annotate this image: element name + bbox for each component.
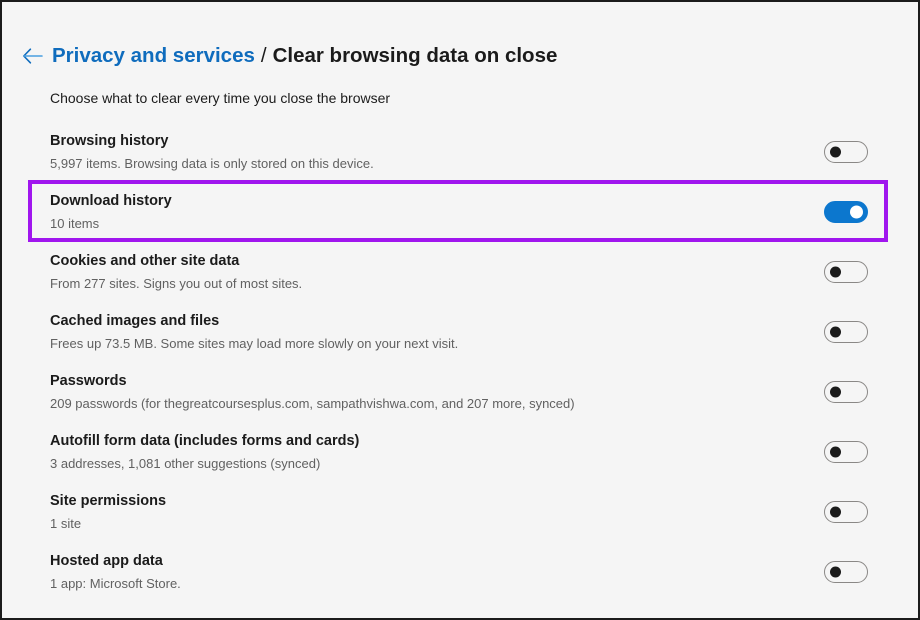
breadcrumb-separator: / [260, 44, 267, 67]
setting-text: Cached images and files Frees up 73.5 MB.… [50, 311, 458, 353]
setting-row-download-history: Download history 10 items [2, 182, 918, 242]
toggle-knob [850, 205, 863, 219]
toggle-knob [830, 566, 841, 578]
toggle-knob [830, 266, 841, 278]
setting-title: Cached images and files [50, 313, 220, 329]
back-button[interactable] [14, 38, 52, 74]
setting-title: Passwords [50, 373, 127, 389]
breadcrumb-parent-link[interactable]: Privacy and services [52, 43, 255, 69]
toggle-knob [830, 446, 841, 458]
toggle-autofill-form-data[interactable] [824, 441, 868, 463]
toggle-site-permissions[interactable] [824, 501, 868, 523]
toggle-cached-images-and-files[interactable] [824, 321, 868, 343]
setting-description: 10 items [50, 216, 100, 231]
setting-title: Autofill form data (includes forms and c… [50, 433, 360, 449]
setting-text: Cookies and other site data From 277 site… [50, 251, 302, 293]
setting-row-cookies-and-other-site-data: Cookies and other site data From 277 site… [2, 242, 918, 302]
toggle-hosted-app-data[interactable] [824, 561, 868, 583]
setting-title: Cookies and other site data [50, 253, 240, 269]
page-header: Privacy and services / Clear browsing da… [2, 38, 918, 74]
settings-window: Privacy and services / Clear browsing da… [0, 0, 920, 620]
setting-text: Site permissions 1 site [50, 491, 166, 533]
toggle-browsing-history[interactable] [824, 141, 868, 163]
setting-description: 1 site [50, 516, 82, 531]
setting-text: Hosted app data 1 app: Microsoft Store. [50, 551, 181, 593]
arrow-left-icon [22, 48, 44, 64]
setting-row-hosted-app-data: Hosted app data 1 app: Microsoft Store. [2, 542, 918, 602]
setting-row-cached-images-and-files: Cached images and files Frees up 73.5 MB.… [2, 302, 918, 362]
setting-row-browsing-history: Browsing history 5,997 items. Browsing da… [2, 122, 918, 182]
settings-list: Browsing history 5,997 items. Browsing da… [2, 122, 918, 602]
setting-description: From 277 sites. Signs you out of most si… [50, 276, 303, 291]
setting-description: 209 passwords (for thegreatcoursesplus.c… [50, 396, 575, 411]
setting-row-passwords: Passwords 209 passwords (for thegreatcour… [2, 362, 918, 422]
breadcrumb: Privacy and services / Clear browsing da… [52, 43, 557, 69]
toggle-download-history[interactable] [824, 201, 868, 223]
setting-title: Browsing history [50, 133, 169, 149]
setting-description: 3 addresses, 1,081 other suggestions (sy… [50, 456, 321, 471]
toggle-cookies-and-other-site-data[interactable] [824, 261, 868, 283]
setting-description: 5,997 items. Browsing data is only store… [50, 156, 374, 171]
toggle-passwords[interactable] [824, 381, 868, 403]
setting-description: Frees up 73.5 MB. Some sites may load mo… [50, 336, 459, 351]
toggle-knob [830, 386, 841, 398]
setting-row-site-permissions: Site permissions 1 site [2, 482, 918, 542]
toggle-knob [830, 326, 841, 338]
page-title: Clear browsing data on close [272, 44, 558, 67]
setting-text: Autofill form data (includes forms and c… [50, 431, 359, 473]
setting-description: 1 app: Microsoft Store. [50, 576, 181, 591]
setting-text: Download history 10 items [50, 191, 172, 233]
setting-title: Hosted app data [50, 553, 163, 569]
setting-text: Passwords 209 passwords (for thegreatcour… [50, 371, 575, 413]
page-subtitle: Choose what to clear every time you clos… [50, 90, 391, 106]
toggle-knob [830, 146, 841, 158]
toggle-knob [830, 506, 841, 518]
setting-title: Download history [50, 193, 172, 209]
setting-title: Site permissions [50, 493, 167, 509]
setting-row-autofill-form-data: Autofill form data (includes forms and c… [2, 422, 918, 482]
setting-text: Browsing history 5,997 items. Browsing da… [50, 131, 374, 173]
